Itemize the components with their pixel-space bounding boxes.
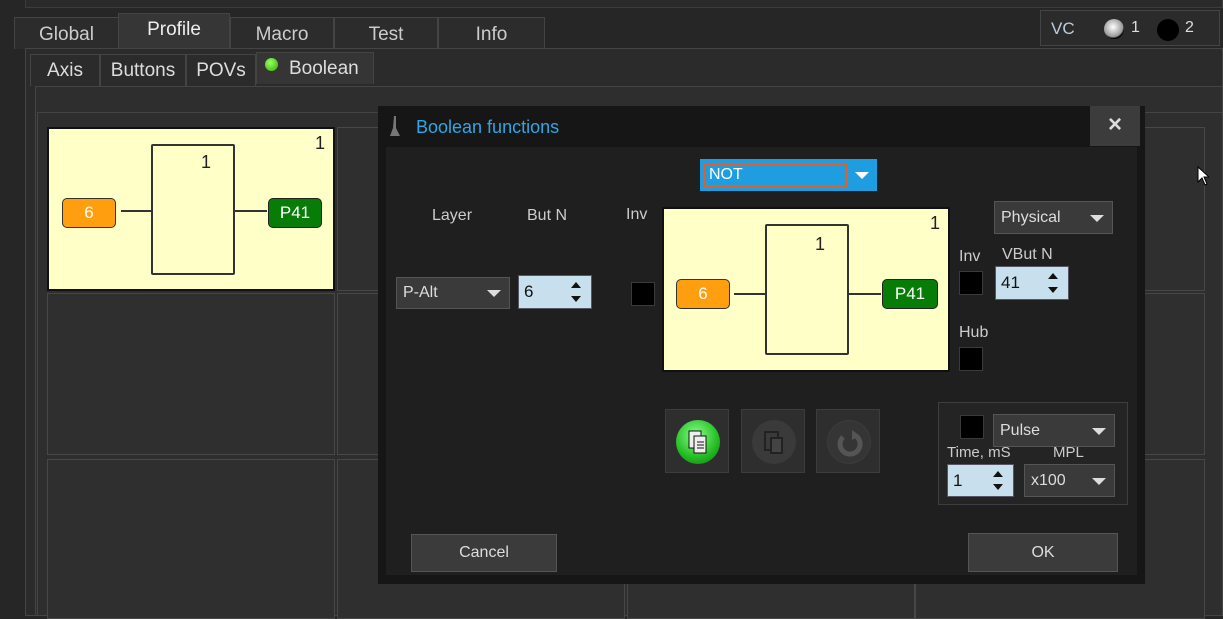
- spin-down-icon[interactable]: [1048, 287, 1058, 293]
- grid-cell[interactable]: [47, 293, 335, 455]
- spin-down-icon[interactable]: [993, 484, 1003, 490]
- subtab-buttons[interactable]: Buttons: [100, 54, 186, 86]
- status-led-icon: [265, 58, 278, 71]
- vc-label: VC: [1051, 19, 1075, 38]
- spin-up-icon[interactable]: [993, 471, 1003, 477]
- gate-label: 1: [815, 234, 826, 254]
- vc-radio-1[interactable]: [1104, 19, 1124, 39]
- time-value: 1: [953, 471, 963, 490]
- vc-option-2-label: 2: [1185, 19, 1194, 36]
- grid-cell-gate-1[interactable]: 1 1 6 P41: [47, 127, 335, 291]
- mode-select[interactable]: Pulse: [993, 414, 1115, 447]
- layer-value: P-Alt: [403, 284, 438, 301]
- tab-global[interactable]: Global: [14, 17, 119, 49]
- ok-button[interactable]: OK: [968, 533, 1118, 572]
- subtab-axis[interactable]: Axis: [30, 54, 100, 86]
- output-type-select[interactable]: Physical: [994, 201, 1113, 234]
- vc-option-1-label: 1: [1131, 19, 1140, 36]
- chevron-down-icon: [487, 290, 501, 297]
- copy-icon: [676, 420, 720, 464]
- output-type-value: Physical: [1001, 209, 1061, 226]
- output-badge: P41: [882, 279, 938, 309]
- input-inv-checkbox[interactable]: [631, 282, 655, 306]
- input-wire: [734, 293, 765, 295]
- tab-test[interactable]: Test: [334, 17, 438, 49]
- chevron-down-icon: [1092, 427, 1106, 435]
- vbutn-stepper[interactable]: 41: [995, 266, 1069, 300]
- tab-macro[interactable]: Macro: [230, 17, 334, 49]
- grid-cell[interactable]: [47, 459, 335, 619]
- tab-info[interactable]: Info: [438, 17, 545, 49]
- hub-label: Hub: [959, 324, 989, 341]
- vbutn-label: VBut N: [1002, 246, 1053, 263]
- butn-stepper[interactable]: 6: [518, 275, 592, 309]
- subtab-boolean[interactable]: Boolean: [256, 52, 374, 84]
- not-gate-box: 1: [765, 224, 849, 355]
- time-label: Time, mS: [947, 444, 1011, 461]
- cell-index: 1: [314, 133, 325, 153]
- pulse-checkbox[interactable]: [960, 415, 984, 439]
- gate-preview: 1 1 6 P41: [662, 207, 950, 372]
- gate-label: 1: [201, 152, 212, 172]
- vc-radio-2[interactable]: [1157, 19, 1179, 41]
- function-select[interactable]: NOT: [700, 159, 877, 191]
- butn-label: But N: [527, 207, 568, 224]
- layer-select[interactable]: P-Alt: [396, 277, 510, 309]
- mpl-label: MPL: [1053, 444, 1084, 461]
- spin-up-icon[interactable]: [1048, 273, 1058, 279]
- paste-button[interactable]: [741, 409, 805, 473]
- joystick-icon: [388, 114, 402, 140]
- cancel-button[interactable]: Cancel: [411, 534, 557, 572]
- top-frame: [25, 0, 1223, 8]
- input-wire: [121, 210, 151, 212]
- output-inv-label: Inv: [959, 248, 981, 265]
- not-gate-box: 1: [151, 144, 235, 275]
- copy-button[interactable]: [665, 409, 729, 473]
- mode-value: Pulse: [1000, 422, 1041, 439]
- chevron-down-icon: [855, 172, 869, 179]
- inv-label: Inv: [626, 206, 648, 223]
- output-wire: [235, 210, 267, 212]
- mpl-select[interactable]: x100: [1024, 464, 1115, 497]
- input-badge: 6: [676, 279, 730, 309]
- undo-icon: [827, 420, 871, 464]
- time-stepper[interactable]: 1: [947, 464, 1014, 497]
- mpl-value: x100: [1031, 472, 1066, 489]
- chevron-down-icon: [1092, 477, 1106, 485]
- close-button[interactable]: ×: [1090, 106, 1140, 146]
- input-badge: 6: [62, 198, 116, 228]
- hub-checkbox[interactable]: [959, 347, 983, 371]
- tab-profile[interactable]: Profile: [118, 13, 230, 49]
- spin-up-icon[interactable]: [571, 282, 581, 288]
- cell-index: 1: [929, 213, 940, 233]
- mouse-cursor-icon: [1197, 166, 1209, 186]
- reset-button[interactable]: [816, 409, 880, 473]
- output-inv-checkbox[interactable]: [959, 271, 983, 295]
- function-select-value: NOT: [704, 163, 848, 187]
- subtab-boolean-label: Boolean: [289, 58, 359, 79]
- paste-icon: [752, 420, 796, 464]
- output-wire: [849, 293, 881, 295]
- butn-value: 6: [524, 282, 534, 301]
- chevron-down-icon: [1090, 214, 1104, 222]
- layer-label: Layer: [432, 207, 473, 224]
- subtab-povs[interactable]: POVs: [186, 54, 256, 86]
- vbutn-value: 41: [1001, 273, 1020, 292]
- spin-down-icon[interactable]: [571, 296, 581, 302]
- output-badge: P41: [268, 198, 322, 228]
- dialog-title: Boolean functions: [416, 117, 560, 137]
- vc-selector: VC 1 2: [1040, 10, 1220, 46]
